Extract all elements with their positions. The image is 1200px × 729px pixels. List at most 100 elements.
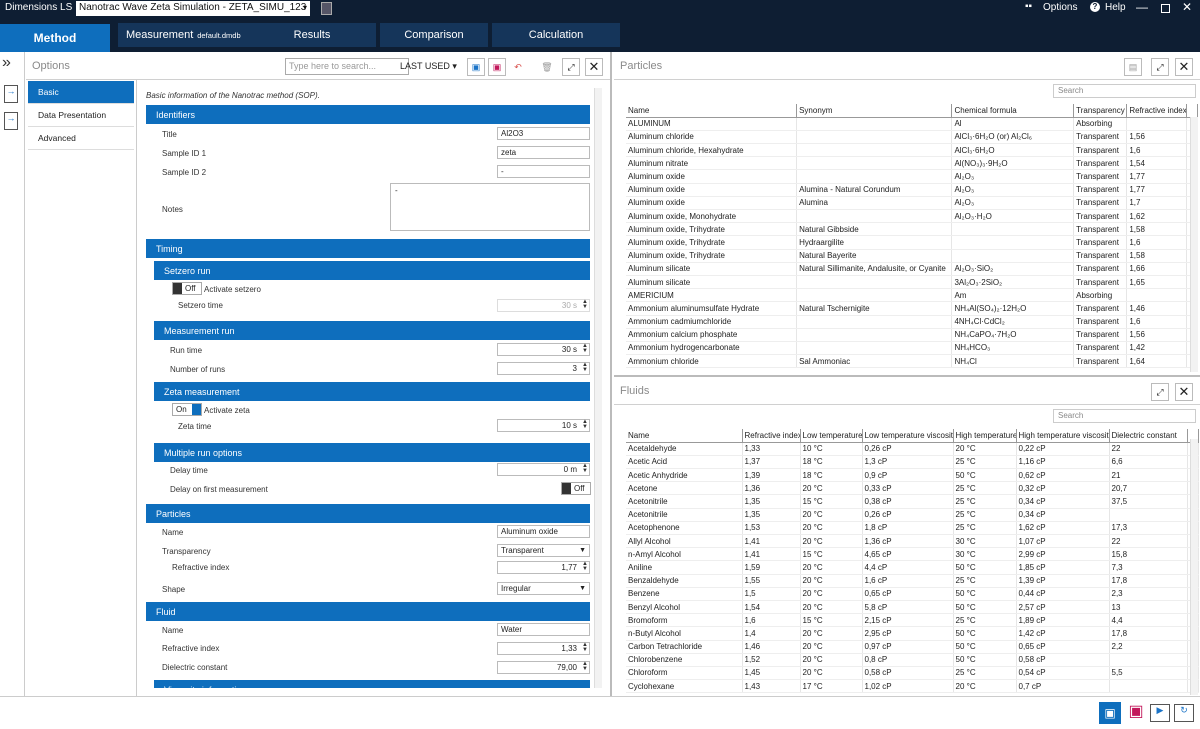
section-setzero-run[interactable]: Setzero run [154,261,590,280]
sample-id1-field[interactable]: zeta [497,146,590,159]
side-tab-advanced[interactable]: Advanced [28,127,134,150]
table-row[interactable]: Aluminum silicate 3Al₂O₃·2SiO₂ Transparent… [626,275,1198,290]
side-tab-basic[interactable]: Basic [28,81,134,104]
setzero-time-field[interactable]: 30 s ▲ ▼ [497,299,590,312]
particles-search-input[interactable]: Search [1053,84,1196,98]
column-header[interactable]: Dielectric constant [1109,429,1188,443]
spinner-icon[interactable]: ▲ ▼ [582,343,588,354]
spinner-icon[interactable]: ▲ ▼ [582,419,588,430]
column-header[interactable]: Low temperature [800,429,863,443]
delete-icon[interactable]: 🗑 [538,58,556,76]
close-window-icon[interactable]: ✕ [1182,0,1192,14]
save-icon[interactable]: ▣ [467,58,485,76]
table-row[interactable]: Aluminum oxide Alumina Al₂O₃ Transparent 1,7 [626,196,1198,211]
num-runs-field[interactable]: 3 ▲ ▼ [497,362,590,375]
shape-select[interactable]: Irregular ▼ [497,582,590,595]
table-row[interactable]: Aluminum oxide, Trihydrate Natural Gibbsi… [626,222,1198,237]
table-row[interactable]: Aluminum chloride AlCl₃·6H₂O (or) Al₂Cl₆ T… [626,130,1198,145]
title-field[interactable]: Al2O3 [497,127,590,140]
section-timing[interactable]: Timing [146,239,590,258]
document-selector[interactable]: Nanotrac Wave Zeta Simulation - ZETA_SIM… [76,1,310,16]
spinner-icon[interactable]: ▲ ▼ [582,362,588,373]
column-header[interactable]: High temperature [953,429,1017,443]
table-row[interactable]: Ammonium calcium phosphate NH₄CaPO₄·7H₂O T… [626,328,1198,342]
tab-comparison[interactable]: Comparison [380,23,488,47]
particle-name-field[interactable]: Aluminum oxide [497,525,590,538]
table-row[interactable]: Benzaldehyde 1,55 20 °C 1,6 cP 25 °C 1,39 cP 1… [626,574,1199,588]
particles-scrollbar[interactable] [1190,117,1198,372]
column-header[interactable]: Refractive index [742,429,801,443]
search-input[interactable]: Type here to search... [285,58,409,75]
tab-method[interactable]: Method [0,24,110,52]
setzero-toggle[interactable]: Off [172,282,202,295]
notes-field[interactable]: - [390,183,590,231]
table-row[interactable]: ALUMINUM Al Absorbing [626,117,1198,131]
save-as-method-icon[interactable]: ▣ [1125,702,1147,724]
section-particles[interactable]: Particles [146,504,590,523]
expand-icon[interactable]: ⤢ [1151,58,1169,76]
options-menu[interactable]: Options [1043,2,1077,13]
column-header[interactable]: Synonym [796,104,953,118]
table-row[interactable]: Aniline 1,59 20 °C 4,4 cP 50 °C 1,85 cP 7,3 [626,560,1199,575]
table-row[interactable]: Ammonium hydrogencarbonate NH₄HCO₃ Transpa… [626,341,1198,356]
table-row[interactable]: Aluminum oxide Alumina - Natural Corundum… [626,183,1198,197]
spinner-icon[interactable]: ▲ ▼ [582,642,588,653]
table-row[interactable]: AMERICIUM Am Absorbing [626,288,1198,303]
table-row[interactable]: Acetic Acid 1,37 18 °C 1,3 cP 25 °C 1,16 cP 6,… [626,455,1199,470]
restore-icon[interactable] [1161,4,1170,13]
column-header[interactable]: Transparency [1073,104,1128,118]
section-identifiers[interactable]: Identifiers [146,105,590,124]
column-header[interactable]: Name [626,429,743,443]
section-measurement-run[interactable]: Measurement run [154,321,590,340]
delay-first-toggle[interactable]: Off [561,482,591,495]
zeta-time-field[interactable]: 10 s ▲ ▼ [497,419,590,432]
particle-refr-field[interactable]: 1,77 ▲ ▼ [497,561,590,574]
table-row[interactable]: Ammonium chloride Sal Ammoniac NH₄Cl Transp… [626,354,1198,369]
save-method-icon[interactable]: ▣ [1099,702,1121,724]
expand-icon[interactable]: ⤢ [562,58,580,76]
column-header[interactable]: Name [626,104,798,118]
table-row[interactable]: Cyclohexane 1,43 17 °C 1,02 cP 20 °C 0,7 cP [626,679,1199,694]
table-row[interactable]: Aluminum nitrate Al(NO₃)₃·9H₂O Transparent… [626,156,1198,171]
table-row[interactable]: Aluminum oxide, Trihydrate Hydraargilite T… [626,235,1198,250]
expand-icon[interactable]: ⤢ [1151,383,1169,401]
export-list-icon[interactable]: ▤ [1124,58,1142,76]
tab-calculation[interactable]: Calculation [492,23,620,47]
dielectric-field[interactable]: 79,00 ▲ ▼ [497,661,590,674]
spinner-icon[interactable]: ▲ ▼ [582,463,588,474]
table-row[interactable]: Ammonium cadmiumchloride 4NH₄Cl·CdCl₂ Tran… [626,315,1198,329]
table-row[interactable]: Aluminum chloride, Hexahydrate AlCl₃·6H₂O… [626,143,1198,158]
table-row[interactable]: Acetonitrile 1,35 15 °C 0,38 cP 25 °C 0,34 cP… [626,494,1199,509]
instrument-start-icon[interactable]: ▶ [1150,704,1170,722]
fluid-name-field[interactable]: Water [497,623,590,636]
undo-icon[interactable]: ↶ [509,58,527,76]
table-row[interactable]: Acetaldehyde 1,33 10 °C 0,26 cP 20 °C 0,22 cP… [626,442,1199,456]
close-icon[interactable]: ✕ [1175,383,1193,401]
table-row[interactable]: Bromoform 1,6 15 °C 2,15 cP 25 °C 1,89 cP 4,4 [626,613,1199,628]
section-multiple-run-options[interactable]: Multiple run options [154,443,590,462]
fluid-refr-field[interactable]: 1,33 ▲ ▼ [497,642,590,655]
tab-measurement[interactable]: Measurement default.dmdb [118,23,258,47]
fluids-scrollbar[interactable] [1190,439,1198,695]
section-fluid[interactable]: Fluid [146,602,590,621]
run-time-field[interactable]: 30 s ▲ ▼ [497,343,590,356]
instrument-icon[interactable] [321,2,332,15]
tab-results[interactable]: Results [248,23,376,47]
transparency-select[interactable]: Transparent ▼ [497,544,590,557]
table-row[interactable]: Allyl Alcohol 1,41 20 °C 1,36 cP 30 °C 1,07 c… [626,534,1199,549]
table-row[interactable]: Carbon Tetrachloride 1,46 20 °C 0,97 cP 50 °… [626,640,1199,654]
save-as-icon[interactable]: ▣ [488,58,506,76]
table-row[interactable]: Benzene 1,5 20 °C 0,65 cP 50 °C 0,44 cP 2,3 [626,587,1199,601]
help-menu[interactable]: Help [1105,2,1126,13]
section-viscosity[interactable]: Viscosity information [154,680,590,688]
collapse-chevron-icon[interactable]: » [2,54,11,72]
table-row[interactable]: Aluminum oxide Al₂O₃ Transparent 1,77 [626,169,1198,184]
table-row[interactable]: Acetic Anhydride 1,39 18 °C 0,9 cP 50 °C 0,62… [626,468,1199,483]
minimize-icon[interactable]: — [1136,0,1148,14]
import-icon[interactable]: → [4,85,18,103]
table-row[interactable]: Acetophenone 1,53 20 °C 1,8 cP 25 °C 1,62 cP 1… [626,521,1199,536]
spinner-icon[interactable]: ▲ ▼ [582,299,588,310]
delay-time-field[interactable]: 0 m ▲ ▼ [497,463,590,476]
table-row[interactable]: Acetone 1,36 20 °C 0,33 cP 25 °C 0,32 cP 20,7 [626,481,1199,496]
column-header[interactable]: High temperature viscosity [1016,429,1110,443]
